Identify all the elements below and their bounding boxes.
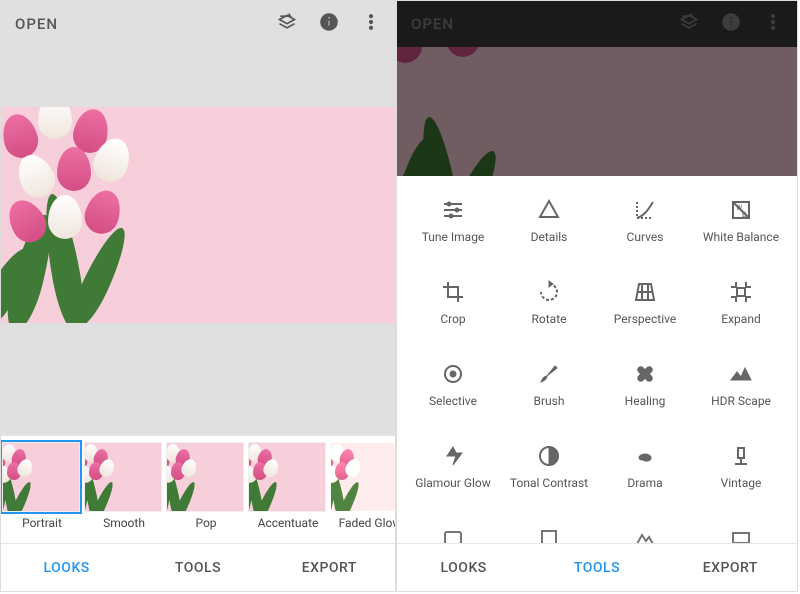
tool-healing[interactable]: Healing [597,350,693,432]
look-label: Faded Glow [330,516,395,530]
tool-tonal-contrast[interactable]: Tonal Contrast [501,432,597,514]
tool-icon [441,526,465,543]
tool-crop[interactable]: Crop [405,268,501,350]
open-button[interactable]: OPEN [411,15,454,33]
nav-looks[interactable]: LOOKS [1,544,132,591]
tonal-icon [537,444,561,468]
topbar-actions [277,12,381,36]
tool-label: Tonal Contrast [510,476,588,504]
tools-panel: Tune Image Details Curves WB White Balan… [397,176,797,543]
white-balance-icon: WB [729,198,753,222]
tool-more-3[interactable] [597,514,693,543]
tool-rotate[interactable]: Rotate [501,268,597,350]
tool-label: Expand [721,312,760,340]
look-item-accentuate[interactable]: Accentuate [248,442,328,543]
screen-looks: OPEN [0,0,396,592]
canvas-area[interactable] [1,47,395,382]
tool-label: Glamour Glow [415,476,491,504]
tool-label: Rotate [532,312,567,340]
details-icon [537,198,561,222]
info-icon[interactable] [319,12,339,36]
layers-icon[interactable] [679,12,699,36]
look-label: Portrait [2,516,82,530]
perspective-icon [633,280,657,304]
look-item-faded-glow[interactable]: Faded Glow [330,442,395,543]
drama-icon [633,444,657,468]
tool-more-4[interactable] [693,514,789,543]
tool-icon [729,526,753,543]
tool-label: Brush [534,394,565,422]
topbar: OPEN [397,1,797,47]
tool-icon [633,526,657,543]
svg-text:B: B [742,211,746,219]
tool-tune-image[interactable]: Tune Image [405,186,501,268]
looks-strip[interactable]: Portrait Smooth Pop Accentuat [1,435,395,543]
look-item-portrait[interactable]: Portrait [2,442,82,543]
tool-label: Curves [627,230,664,258]
tool-label: Vintage [721,476,762,504]
canvas-gap [1,382,395,435]
nav-tools[interactable]: TOOLS [530,544,663,591]
tool-label: Tune Image [422,230,485,258]
rotate-icon [537,280,561,304]
hdr-icon [729,362,753,386]
curves-icon [633,198,657,222]
look-label: Pop [166,516,246,530]
look-label: Accentuate [248,516,328,530]
background-image [397,47,797,176]
tool-label: Selective [429,394,477,422]
tool-label: HDR Scape [711,394,771,422]
nav-export[interactable]: EXPORT [664,544,797,591]
info-icon[interactable] [721,12,741,36]
tool-drama[interactable]: Drama [597,432,693,514]
topbar: OPEN [1,1,395,47]
tool-brush[interactable]: Brush [501,350,597,432]
tool-label: Perspective [614,312,676,340]
open-button[interactable]: OPEN [15,15,58,33]
tool-label: Drama [627,476,662,504]
tool-glamour-glow[interactable]: Glamour Glow [405,432,501,514]
look-item-pop[interactable]: Pop [166,442,246,543]
tool-perspective[interactable]: Perspective [597,268,693,350]
tool-expand[interactable]: Expand [693,268,789,350]
tool-label: White Balance [703,230,779,258]
crop-icon [441,280,465,304]
tool-icon [537,526,561,543]
tune-icon [441,198,465,222]
bottom-nav: LOOKS TOOLS EXPORT [1,543,395,591]
tool-label: Crop [440,312,465,340]
nav-export[interactable]: EXPORT [264,544,395,591]
topbar-actions [679,12,783,36]
more-icon[interactable] [763,12,783,36]
look-item-smooth[interactable]: Smooth [84,442,164,543]
look-label: Smooth [84,516,164,530]
screen-tools: OPEN Tune Image Det [396,0,798,592]
tool-more-2[interactable] [501,514,597,543]
tool-selective[interactable]: Selective [405,350,501,432]
nav-tools[interactable]: TOOLS [132,544,263,591]
bottom-nav: LOOKS TOOLS EXPORT [397,543,797,591]
more-icon[interactable] [361,12,381,36]
glamour-icon [441,444,465,468]
tool-label: Healing [625,394,666,422]
edited-image [1,107,395,323]
brush-icon [537,362,561,386]
layers-icon[interactable] [277,12,297,36]
vintage-icon [729,444,753,468]
tool-more-1[interactable] [405,514,501,543]
tools-grid: Tune Image Details Curves WB White Balan… [397,176,797,543]
healing-icon [633,362,657,386]
expand-icon [729,280,753,304]
nav-looks[interactable]: LOOKS [397,544,530,591]
tool-vintage[interactable]: Vintage [693,432,789,514]
tool-curves[interactable]: Curves [597,186,693,268]
selective-icon [441,362,465,386]
tool-label: Details [531,230,568,258]
tool-details[interactable]: Details [501,186,597,268]
tool-hdr-scape[interactable]: HDR Scape [693,350,789,432]
tool-white-balance[interactable]: WB White Balance [693,186,789,268]
